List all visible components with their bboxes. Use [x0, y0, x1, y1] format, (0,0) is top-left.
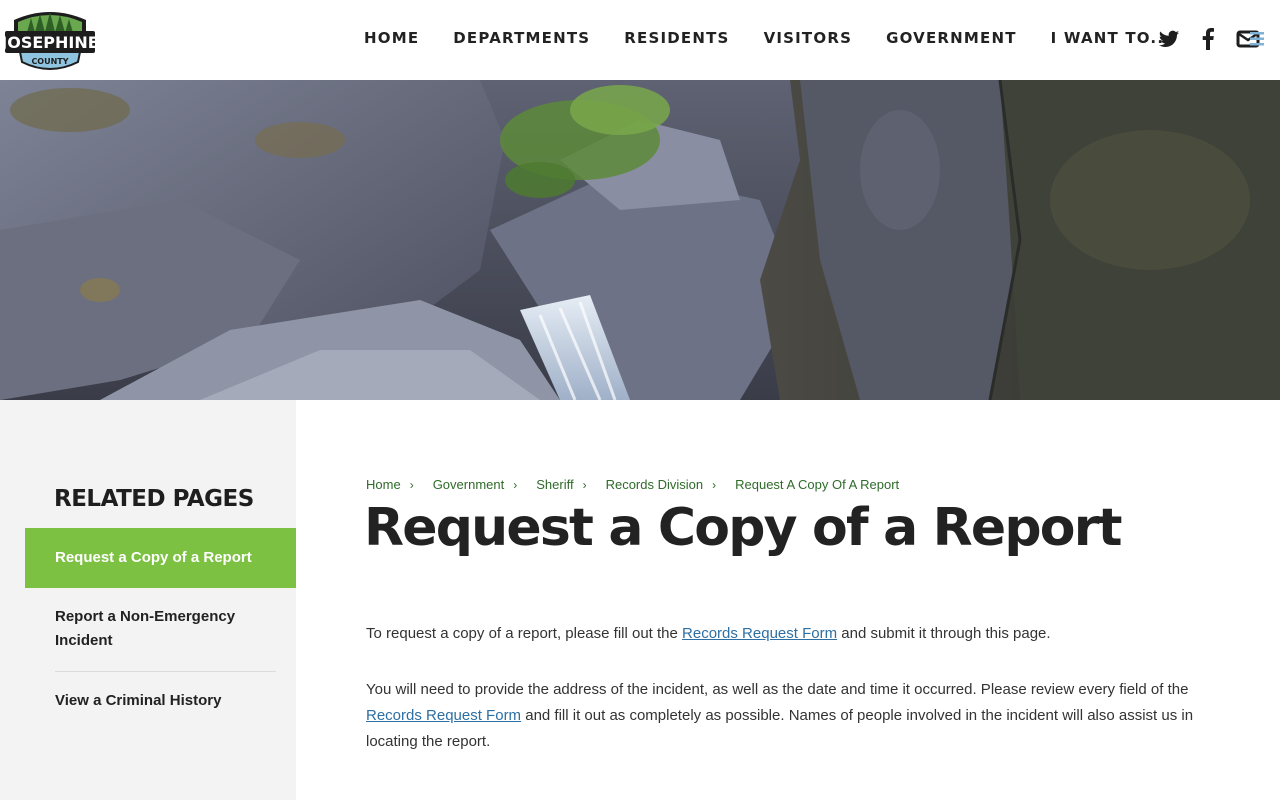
instructions-text-before: You will need to provide the address of … [366, 681, 1189, 698]
sidebar: RELATED PAGES Request a Copy of a Report… [0, 400, 296, 800]
breadcrumb-records-division[interactable]: Records Division [606, 477, 704, 492]
instructions-paragraph: You will need to provide the address of … [366, 677, 1236, 755]
nav-residents[interactable]: RESIDENTS [624, 29, 729, 47]
nav-home[interactable]: HOME [364, 29, 419, 47]
nav-government[interactable]: GOVERNMENT [886, 29, 1017, 47]
rock-waterfall-photo [0, 80, 1280, 400]
records-request-form-link[interactable]: Records Request Form [682, 625, 837, 642]
sidebar-item-label: Report a Non-Emergency Incident [55, 608, 236, 649]
breadcrumb-home[interactable]: Home [366, 477, 401, 492]
chevron-right-icon: › [712, 477, 717, 492]
nav-i-want-to[interactable]: I WANT TO... [1051, 29, 1171, 47]
sidebar-divider [55, 671, 276, 672]
sidebar-item-report-non-emergency[interactable]: Report a Non-Emergency Incident [25, 605, 296, 653]
breadcrumb-government[interactable]: Government [433, 477, 505, 492]
twitter-icon[interactable] [1158, 28, 1180, 50]
nav-visitors[interactable]: VISITORS [764, 29, 853, 47]
breadcrumb-sheriff[interactable]: Sheriff [536, 477, 573, 492]
page-title: Request a Copy of a Report [364, 498, 1122, 558]
intro-text-before: To request a copy of a report, please fi… [366, 625, 683, 642]
records-request-form-link-2[interactable]: Records Request Form [366, 707, 521, 724]
sidebar-item-request-copy-of-report[interactable]: Request a Copy of a Report [25, 528, 296, 588]
chevron-right-icon: › [409, 477, 414, 492]
trees-mountain-badge-icon: JOSEPHINE COUNTY [0, 12, 99, 70]
sidebar-item-label: Request a Copy of a Report [55, 549, 252, 566]
chevron-right-icon: › [513, 477, 518, 492]
sidebar-item-label: View a Criminal History [55, 692, 222, 709]
sidebar-title: RELATED PAGES [54, 486, 254, 512]
sidebar-item-view-criminal-history[interactable]: View a Criminal History [25, 689, 296, 713]
nav-departments[interactable]: DEPARTMENTS [453, 29, 590, 47]
intro-text-after: and submit it through this page. [837, 625, 1051, 642]
site-logo[interactable]: JOSEPHINE COUNTY [0, 6, 99, 74]
chevron-right-icon: › [582, 477, 587, 492]
site-header: JOSEPHINE COUNTY HOME DEPARTMENTS RESIDE… [0, 0, 1280, 80]
email-menu-icon[interactable] [1236, 28, 1266, 50]
facebook-icon[interactable] [1200, 28, 1216, 50]
main-nav: HOME DEPARTMENTS RESIDENTS VISITORS GOVE… [364, 29, 1171, 47]
hero-banner [0, 80, 1280, 400]
intro-paragraph: To request a copy of a report, please fi… [366, 621, 1236, 647]
logo-text: JOSEPHINE [4, 33, 96, 52]
logo-subtext: COUNTY [31, 57, 68, 66]
breadcrumb-current-page: Request A Copy Of A Report [735, 477, 900, 492]
breadcrumb: Home › Government › Sheriff › Records Di… [366, 477, 899, 492]
